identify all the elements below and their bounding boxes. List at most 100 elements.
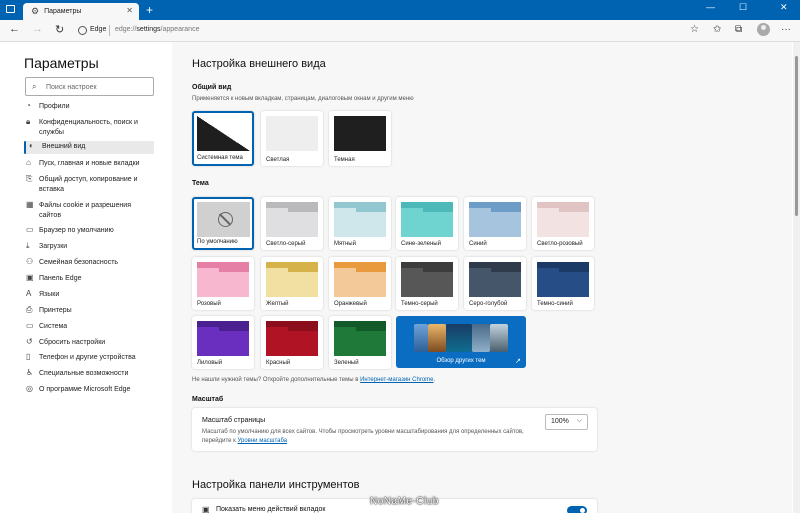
sidebar-item-reset[interactable]: ↺ Сбросить настройки [26,337,156,348]
theme-preview [469,202,521,237]
theme-label: Желтый [266,301,289,307]
theme-preview [537,202,589,237]
accessibility-icon: ♿︎ [26,368,34,377]
theme-preview [266,202,318,237]
tab-actions-icon[interactable] [6,5,15,13]
sidebar-item-appearance[interactable]: ◐ Внешний вид [26,141,154,154]
zoom-levels-link[interactable]: Уровни масштаба [237,438,287,444]
theme-dark-blue[interactable]: Темно-синий [532,257,594,310]
sidebar-item-accessibility[interactable]: ♿︎ Специальные возможности [26,368,156,379]
appearance-option-system[interactable]: Системная тема [192,111,254,166]
theme-red[interactable]: Красный [261,316,323,369]
search-box[interactable]: ⌕ [25,77,154,96]
scrollbar-thumb[interactable] [795,56,798,216]
zoom-title: Масштаб страницы [202,417,266,424]
theme-label: По умолчанию [197,239,238,245]
star-add-icon[interactable]: ☆ [690,24,699,35]
theme-green[interactable]: Зеленый [329,316,391,369]
sidebar-item-phone[interactable]: ▯ Телефон и другие устройства [26,352,156,363]
more-icon[interactable]: ··· [781,24,791,35]
theme-label: Светло-серый [266,241,306,247]
url-separator [109,25,110,36]
zoom-select[interactable]: 100% ⌵ [545,414,588,430]
forward-button[interactable]: → [32,23,43,35]
sidebar-item-start[interactable]: ⌂ Пуск, главная и новые вкладки [26,158,156,169]
tab-actions-toggle[interactable] [567,506,587,513]
appearance-option-dark[interactable]: Темная [329,111,391,166]
close-window-button[interactable]: ✕ [780,2,788,13]
minimize-button[interactable]: — [706,2,715,12]
sidebar-item-about[interactable]: ◎ О программе Microsoft Edge [26,384,156,395]
collections-icon[interactable]: ⧉ [735,24,742,35]
tab-actions-icon: ▣ [202,505,210,513]
sidebar-item-cookies[interactable]: ▦ Файлы cookie и разрешения сайтов [26,200,156,221]
theme-preview [537,262,589,297]
search-icon: ⌕ [32,82,37,91]
chevron-down-icon: ⌵ [576,417,582,424]
sidebar-item-profiles[interactable]: ◔ Профили [26,101,156,112]
site-label: Edge [90,26,107,33]
new-tab-button[interactable]: + [146,3,153,17]
themes-note: Не нашли нужной темы? Откройте дополните… [192,377,436,383]
tab-settings[interactable]: ⚙ Параметры ✕ [23,3,139,20]
theme-dark-gray[interactable]: Темно-серый [396,257,458,310]
search-input[interactable] [46,81,150,93]
tab-close-button[interactable]: ✕ [126,6,133,15]
theme-label: Сине-зеленый [401,241,441,247]
theme-label: Светло-розовый [537,241,583,247]
edge-icon: ◎ [26,384,33,393]
sidebar-item-languages[interactable]: A Языки [26,289,156,300]
theme-slate[interactable]: Серо-голубой [464,257,526,310]
theme-label: Серо-голубой [469,301,508,307]
download-icon: ⤓ [26,241,30,250]
theme-teal[interactable]: Сине-зеленый [396,197,458,250]
theme-orange[interactable]: Оранжевый [329,257,391,310]
theme-pink[interactable]: Розовый [192,257,254,310]
url-field[interactable]: edge://settings/appearance [115,26,199,33]
sidebar-item-default-browser[interactable]: ▭ Браузер по умолчанию [26,225,156,236]
theme-label: Розовый [197,301,221,307]
sidebar-item-share[interactable]: ⎘ Общий доступ, копирование и вставка [26,174,156,195]
theme-default[interactable]: По умолчанию [192,197,254,250]
tab-actions-label: Показать меню действий вкладок [216,506,326,513]
watermark: NoNaMe-Club [370,496,439,507]
title-bar: ⚙ Параметры ✕ + — ☐ ✕ [0,0,800,20]
zoom-card: Масштаб страницы Масштаб по умолчанию дл… [192,408,597,451]
themes-collage [414,324,508,352]
explore-themes-button[interactable]: Обзор других тем ↗ [396,316,526,368]
theme-preview [469,262,521,297]
theme-heading: Тема [192,180,209,187]
sidebar-item-system[interactable]: ▭ Система [26,321,156,332]
back-button[interactable]: ← [9,23,20,35]
refresh-button[interactable]: ↻ [55,23,64,36]
sidebar-item-family[interactable]: ⚇ Семейная безопасность [26,257,156,268]
family-icon: ⚇ [26,257,34,266]
sidebar-item-privacy[interactable]: 🔒︎ Конфиденциальность, поиск и службы [26,117,156,138]
sidebar-item-downloads[interactable]: ⤓ Загрузки [26,241,156,252]
theme-yellow[interactable]: Желтый [261,257,323,310]
zoom-description: Масштаб по умолчанию для всех сайтов. Чт… [202,429,524,444]
theme-preview [401,202,453,237]
language-icon: A [26,289,32,298]
theme-preview [266,262,318,297]
theme-light-pink[interactable]: Светло-розовый [532,197,594,250]
profile-avatar[interactable] [757,23,770,36]
theme-purple[interactable]: Лиловый [192,316,254,369]
theme-blue[interactable]: Синий [464,197,526,250]
theme-mint[interactable]: Мятный [329,197,391,250]
home-icon: ⌂ [26,158,31,167]
sidebar-item-printers[interactable]: ⎙ Принтеры [26,305,156,316]
sidebar-item-edge-bar[interactable]: ▣ Панель Edge [26,273,156,284]
lock-icon: 🔒︎ [26,117,31,126]
no-theme-icon [197,202,250,237]
theme-preview [334,321,386,356]
system-icon: ▭ [26,321,34,330]
general-heading: Общий вид [192,84,232,91]
dark-theme-preview [334,116,386,151]
appearance-option-light[interactable]: Светлая [261,111,323,166]
maximize-button[interactable]: ☐ [739,2,747,13]
chrome-store-link[interactable]: Интернет-магазин Chrome [360,377,433,383]
theme-light-gray[interactable]: Светло-серый [261,197,323,250]
favorites-icon[interactable]: ✩ [713,24,721,35]
theme-preview [334,262,386,297]
